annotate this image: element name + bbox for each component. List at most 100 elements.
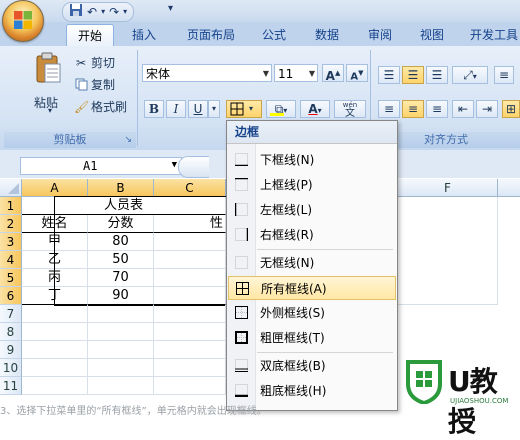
table-cell[interactable]: 丁 bbox=[22, 287, 88, 305]
menu-item-outside-borders[interactable]: 外侧框线(S) bbox=[228, 301, 396, 325]
chevron-down-icon[interactable]: ▼ bbox=[263, 65, 269, 83]
menu-item-top-border[interactable]: 上框线(P) bbox=[228, 173, 396, 197]
italic-button[interactable]: I bbox=[166, 100, 186, 118]
tab-insert[interactable]: 插入 bbox=[122, 24, 166, 46]
table-cell[interactable]: 50 bbox=[88, 251, 154, 269]
empty-cell[interactable] bbox=[154, 359, 226, 377]
paste-dropdown-icon[interactable]: ▾ bbox=[48, 106, 52, 115]
row-header[interactable]: 4 bbox=[0, 251, 22, 269]
table-header-cell[interactable]: 姓名 bbox=[22, 215, 88, 233]
redo-dropdown-icon[interactable]: ▾ bbox=[123, 4, 127, 20]
format-painter-button[interactable]: 🖌 格式刷 bbox=[74, 98, 127, 115]
table-cell[interactable] bbox=[154, 233, 226, 251]
empty-cell[interactable] bbox=[154, 377, 226, 395]
fill-color-button[interactable]: ⧉▾ bbox=[266, 100, 296, 118]
menu-item-bottom-border[interactable]: 下框线(N) bbox=[228, 148, 396, 172]
column-header-c[interactable]: C bbox=[154, 179, 226, 197]
table-cell[interactable] bbox=[154, 269, 226, 287]
table-cell[interactable]: 90 bbox=[88, 287, 154, 305]
menu-item-right-border[interactable]: 右框线(R) bbox=[228, 223, 396, 247]
orientation-button[interactable]: ⤢▾ bbox=[452, 66, 488, 84]
table-cell[interactable]: 70 bbox=[88, 269, 154, 287]
table-header-cell[interactable]: 性 bbox=[154, 215, 226, 233]
dialog-launcher-icon[interactable]: ↘ bbox=[124, 132, 132, 148]
paste-label[interactable]: 粘贴 bbox=[34, 94, 58, 111]
row-header[interactable]: 10 bbox=[0, 359, 22, 377]
empty-cell[interactable] bbox=[22, 359, 88, 377]
empty-cell[interactable] bbox=[154, 323, 226, 341]
row-header[interactable]: 1 bbox=[0, 197, 22, 215]
wrap-text-button[interactable]: ≡ bbox=[494, 66, 514, 84]
paste-button[interactable] bbox=[30, 52, 66, 87]
tab-review[interactable]: 审阅 bbox=[360, 24, 400, 46]
undo-dropdown-icon[interactable]: ▾ bbox=[101, 4, 105, 20]
column-header-b[interactable]: B bbox=[88, 179, 154, 197]
bold-button[interactable]: B bbox=[144, 100, 164, 118]
table-cell[interactable]: 甲 bbox=[22, 233, 88, 251]
row-header[interactable]: 9 bbox=[0, 341, 22, 359]
tab-view[interactable]: 视图 bbox=[412, 24, 452, 46]
empty-cell[interactable] bbox=[88, 305, 154, 323]
menu-item-no-border[interactable]: 无框线(N) bbox=[228, 251, 396, 275]
font-color-button[interactable]: A▾ bbox=[300, 100, 330, 118]
table-cell[interactable] bbox=[154, 287, 226, 305]
save-icon[interactable] bbox=[69, 3, 83, 21]
align-center-button[interactable]: ≡ bbox=[402, 100, 424, 118]
empty-cell[interactable] bbox=[398, 197, 498, 305]
menu-item-thick-bottom-border[interactable]: 粗底框线(H) bbox=[228, 379, 396, 403]
column-header-a[interactable]: A bbox=[22, 179, 88, 197]
underline-button[interactable]: U bbox=[188, 100, 208, 118]
customize-qat-icon[interactable]: ▾ bbox=[168, 3, 173, 14]
cut-button[interactable]: ✂ 剪切 bbox=[74, 54, 115, 71]
row-header[interactable]: 6 bbox=[0, 287, 22, 305]
tab-formulas[interactable]: 公式 bbox=[254, 24, 294, 46]
copy-button[interactable]: 复制 bbox=[74, 76, 115, 93]
office-button[interactable] bbox=[2, 0, 44, 42]
menu-item-double-bottom-border[interactable]: 双底框线(B) bbox=[228, 354, 396, 378]
select-all-corner[interactable] bbox=[0, 179, 22, 197]
tab-page-layout[interactable]: 页面布局 bbox=[178, 24, 244, 46]
menu-item-all-borders[interactable]: 所有框线(A) bbox=[228, 276, 396, 300]
tab-data[interactable]: 数据 bbox=[306, 24, 348, 46]
table-cell[interactable]: 乙 bbox=[22, 251, 88, 269]
phonetic-button[interactable]: wén 文 bbox=[334, 100, 366, 119]
tab-home[interactable]: 开始 bbox=[66, 24, 114, 47]
undo-icon[interactable]: ↶ bbox=[87, 4, 97, 20]
column-header-f[interactable]: F bbox=[398, 179, 498, 197]
align-middle-button[interactable]: ☰ bbox=[402, 66, 424, 84]
border-dropdown-icon[interactable]: ▾ bbox=[249, 101, 253, 117]
empty-cell[interactable] bbox=[88, 359, 154, 377]
align-bottom-button[interactable]: ☰ bbox=[426, 66, 448, 84]
empty-cell[interactable] bbox=[88, 323, 154, 341]
empty-cell[interactable] bbox=[88, 377, 154, 395]
empty-cell[interactable] bbox=[154, 341, 226, 359]
menu-item-left-border[interactable]: 左框线(L) bbox=[228, 198, 396, 222]
font-name-combo[interactable]: 宋体 ▼ bbox=[142, 64, 272, 82]
increase-indent-button[interactable]: ⇥ bbox=[476, 100, 498, 118]
align-top-button[interactable]: ☰ bbox=[378, 66, 400, 84]
row-header[interactable]: 8 bbox=[0, 323, 22, 341]
row-header[interactable]: 5 bbox=[0, 269, 22, 287]
table-cell[interactable]: 80 bbox=[88, 233, 154, 251]
align-left-button[interactable]: ≡ bbox=[378, 100, 400, 118]
grow-font-button[interactable]: A▲ bbox=[322, 64, 344, 83]
merge-center-button[interactable]: ⊞ bbox=[502, 100, 520, 118]
font-size-combo[interactable]: 11 ▼ bbox=[274, 64, 318, 82]
formula-bar-handle[interactable] bbox=[178, 156, 209, 178]
empty-cell[interactable] bbox=[22, 305, 88, 323]
row-header[interactable]: 3 bbox=[0, 233, 22, 251]
menu-item-thick-box-border[interactable]: 粗匣框线(T) bbox=[228, 326, 396, 350]
chevron-down-icon[interactable]: ▼ bbox=[172, 157, 177, 173]
table-cell[interactable] bbox=[154, 251, 226, 269]
empty-cell[interactable] bbox=[22, 341, 88, 359]
chevron-down-icon[interactable]: ▼ bbox=[309, 65, 315, 83]
align-right-button[interactable]: ≡ bbox=[426, 100, 448, 118]
empty-cell[interactable] bbox=[88, 341, 154, 359]
column-header-g[interactable] bbox=[498, 179, 520, 197]
redo-icon[interactable]: ↷ bbox=[109, 4, 119, 20]
empty-cell[interactable] bbox=[22, 377, 88, 395]
name-box[interactable]: A1 ▼ bbox=[20, 157, 182, 175]
table-cell[interactable]: 丙 bbox=[22, 269, 88, 287]
table-title-cell[interactable]: 人员表 bbox=[22, 197, 226, 215]
underline-dropdown-icon[interactable]: ▾ bbox=[208, 100, 220, 118]
